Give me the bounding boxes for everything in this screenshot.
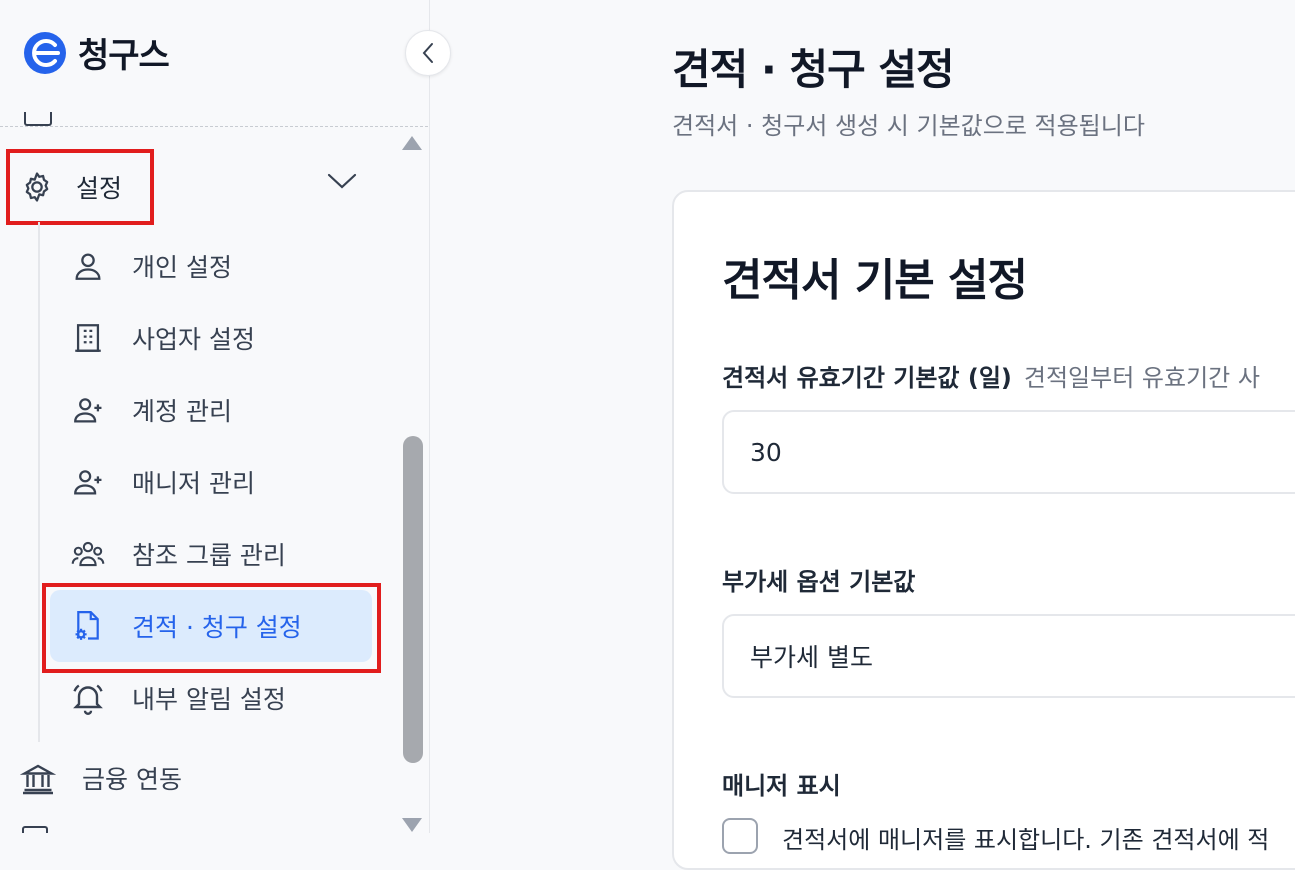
sidebar-item-manager-management[interactable]: 매니저 관리 (70, 452, 255, 512)
sidebar-item-label: 견적 · 청구 설정 (132, 613, 302, 642)
chevron-left-icon (422, 43, 433, 63)
user-icon (70, 248, 106, 284)
manager-display-label: 매니저 표시 (722, 772, 841, 800)
partial-menu-icon (24, 112, 52, 126)
sidebar-item-personal-settings[interactable]: 개인 설정 (70, 236, 232, 296)
vat-option-label: 부가세 옵션 기본값 (722, 568, 916, 596)
sidebar-collapse-button[interactable] (405, 30, 451, 76)
validity-field-label: 견적서 유효기간 기본값 (일) 견적일부터 유효기간 사 (722, 358, 1260, 393)
bank-icon (20, 760, 56, 796)
validity-hint: 견적일부터 유효기간 사 (1023, 364, 1260, 392)
partial-menu-icon (22, 826, 48, 833)
chevron-down-icon[interactable] (327, 172, 357, 190)
gear-icon (25, 172, 49, 202)
vat-option-select[interactable]: 부가세 별도 (722, 614, 1295, 698)
sidebar-item-label: 금융 연동 (82, 765, 182, 794)
sidebar-item-label: 매니저 관리 (132, 469, 255, 498)
divider (0, 126, 428, 127)
quote-settings-card: 견적서 기본 설정 견적서 유효기간 기본값 (일) 견적일부터 유효기간 사 3… (672, 190, 1295, 870)
sidebar-item-label: 계정 관리 (132, 397, 232, 426)
users-group-icon (70, 536, 106, 572)
page-subtitle: 견적서 · 청구서 생성 시 기본값으로 적용됩니다 (672, 112, 1145, 140)
sidebar-item-label: 개인 설정 (132, 253, 232, 282)
validity-days-value: 30 (750, 437, 782, 467)
manager-display-checkbox[interactable] (722, 818, 758, 854)
app-logo[interactable]: 청구스 (22, 28, 170, 77)
scroll-down-arrow[interactable] (402, 818, 422, 832)
sidebar: 청구스 설정 개인 설정 사업자 설정 계정 관리 매니저 관리 참조 그룹 관… (0, 0, 430, 833)
sidebar-item-quote-billing-settings[interactable]: 견적 · 청구 설정 (50, 590, 372, 662)
card-title: 견적서 기본 설정 (722, 255, 1028, 306)
sidebar-item-label: 참조 그룹 관리 (132, 541, 286, 570)
sidebar-item-label: 사업자 설정 (132, 325, 255, 354)
scroll-up-arrow[interactable] (402, 136, 422, 150)
sidebar-item-label: 설정 (76, 174, 123, 203)
sidebar-item-label: 내부 알림 설정 (132, 685, 286, 714)
sidebar-item-account-management[interactable]: 계정 관리 (70, 380, 232, 440)
sidebar-item-reference-group-management[interactable]: 참조 그룹 관리 (70, 524, 286, 584)
main-content: 견적 · 청구 설정 견적서 · 청구서 생성 시 기본값으로 적용됩니다 견적… (431, 0, 1295, 870)
tree-line (38, 222, 40, 742)
vat-option-value: 부가세 별도 (750, 643, 873, 672)
app-name: 청구스 (78, 36, 170, 76)
sidebar-item-internal-notification-settings[interactable]: 내부 알림 설정 (70, 668, 286, 728)
manager-display-checkbox-label[interactable]: 견적서에 매니저를 표시합니다. 기존 견적서에 적 (782, 820, 1269, 855)
page-title: 견적 · 청구 설정 (672, 45, 955, 94)
scrollbar-thumb[interactable] (403, 436, 423, 763)
user-plus-icon (70, 464, 106, 500)
file-settings-icon (70, 608, 106, 644)
sidebar-item-business-settings[interactable]: 사업자 설정 (70, 308, 255, 368)
validity-label: 견적서 유효기간 기본값 (일) (722, 364, 1012, 392)
bell-icon (70, 680, 106, 716)
validity-days-input[interactable]: 30 (722, 410, 1295, 494)
user-plus-icon (70, 392, 106, 428)
sidebar-item-financial-integration[interactable]: 금융 연동 (20, 748, 182, 808)
logo-icon (24, 31, 66, 74)
sidebar-item-settings[interactable]: 설정 (10, 153, 150, 221)
building-icon (70, 320, 106, 356)
